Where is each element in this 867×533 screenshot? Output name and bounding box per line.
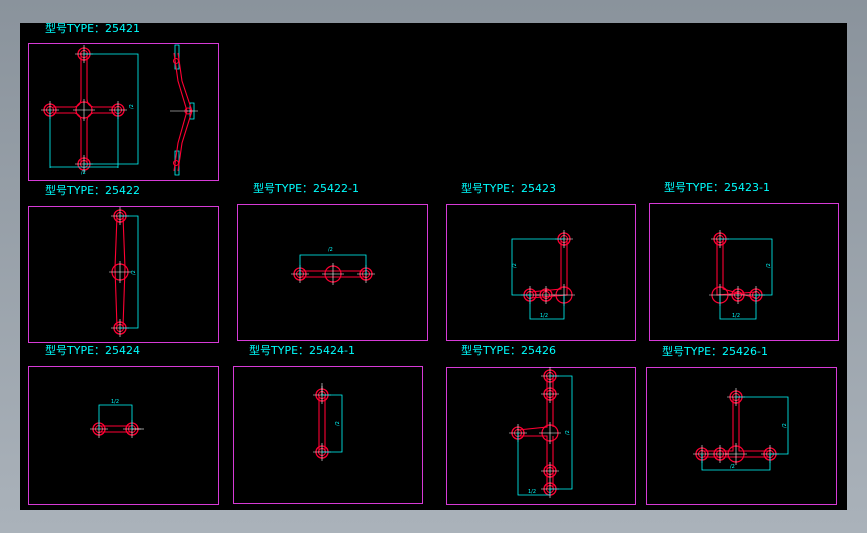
dim-25424-1: /2 — [335, 421, 341, 426]
dim-25422-1: /2 — [328, 247, 333, 253]
dim-25421-width: /2 — [81, 170, 86, 176]
dim-25423-1-width: 1/2 — [732, 313, 740, 319]
part-25423: /2 1/2 — [511, 229, 576, 320]
part-25423-1: /2 1/2 — [708, 229, 773, 320]
dim-25423-width: 1/2 — [540, 313, 548, 319]
part-25421-side — [170, 44, 198, 176]
drawing-canvas: 型号TYPE：25421 型号TYPE：25422 型号TYPE：25422-1… — [20, 23, 847, 510]
dim-25423-1-height: /2 — [766, 263, 772, 268]
drawings-svg: /2 /2 /2 /2 /2 1/2 /2 1/2 1/2 /2 /2 1/2 … — [40, 44, 789, 499]
part-25421-plan: /2 /2 — [40, 44, 139, 176]
dim-25426-height: /2 — [565, 430, 571, 435]
dim-25423-height: /2 — [512, 263, 518, 268]
part-25426-1: /2 /2 — [692, 387, 789, 471]
part-25426: /2 1/2 — [508, 366, 573, 499]
part-25424-1: /2 — [312, 383, 343, 462]
dim-25422: /2 — [131, 270, 137, 275]
dim-25426-width: 1/2 — [528, 489, 536, 495]
part-25424: 1/2 — [89, 399, 144, 439]
dim-25426-1-width: /2 — [730, 464, 735, 470]
dim-25421-height: /2 — [129, 104, 135, 109]
dim-25426-1-height: /2 — [782, 423, 788, 428]
part-25422: /2 — [108, 206, 139, 338]
dim-25424: 1/2 — [111, 399, 119, 405]
part-25422-1: /2 — [290, 247, 376, 286]
